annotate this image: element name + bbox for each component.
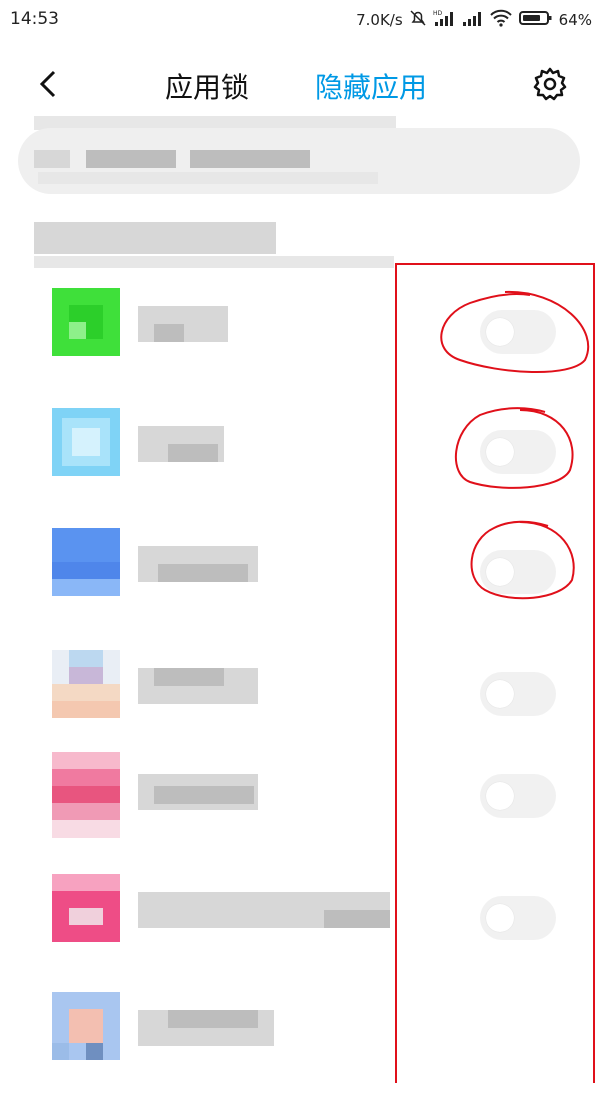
app-icon: [52, 650, 120, 718]
back-arrow-icon: [39, 70, 56, 98]
status-time: 14:53: [10, 9, 59, 29]
app-icon: [52, 874, 120, 942]
net-speed: 7.0K/s: [356, 11, 403, 29]
gear-icon: [533, 67, 567, 101]
app-icon: [52, 408, 120, 476]
mute-bell-icon: [409, 9, 427, 31]
blurred-search-text: [34, 150, 70, 168]
tab-hidden-apps[interactable]: 隐藏应用: [315, 66, 427, 106]
app-icon: [52, 528, 120, 596]
annotation-frame: [395, 263, 595, 1083]
search-bar[interactable]: [18, 128, 580, 194]
status-right: 7.0K/s HD 64%: [356, 9, 592, 31]
tab-app-lock[interactable]: 应用锁: [165, 66, 249, 106]
app-icon: [52, 752, 120, 838]
settings-button[interactable]: [532, 66, 568, 102]
battery-icon: [518, 9, 553, 31]
hd-signal-icon: HD: [433, 9, 455, 31]
blurred-search-text: [38, 172, 378, 184]
blurred-search-text: [190, 150, 310, 168]
signal-icon: [461, 9, 483, 31]
blurred-section-caption: [34, 222, 276, 254]
blurred-section-caption: [34, 256, 394, 268]
wifi-icon: [489, 9, 513, 31]
back-button[interactable]: [30, 60, 70, 104]
blurred-search-text: [86, 150, 176, 168]
battery-percent: 64%: [558, 11, 592, 29]
app-icon: [52, 288, 120, 366]
app-icon: [52, 992, 120, 1060]
status-bar: 14:53 7.0K/s HD 64%: [0, 0, 600, 40]
svg-text:HD: HD: [433, 10, 443, 17]
